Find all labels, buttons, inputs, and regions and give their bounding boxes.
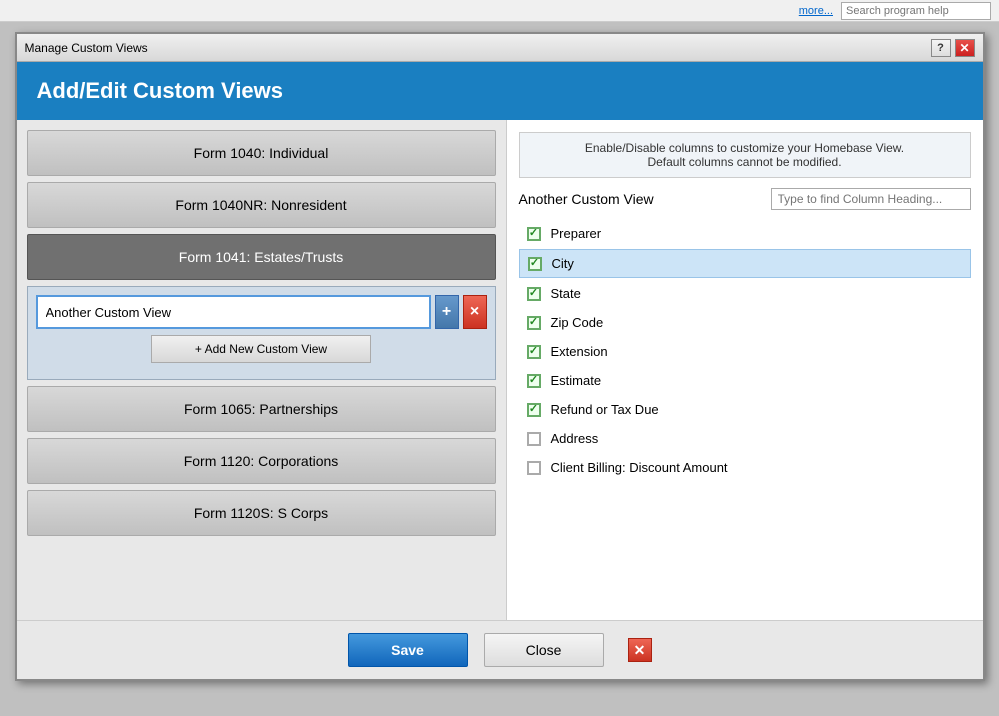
checkbox-city[interactable]: ✓ [528, 257, 542, 271]
add-custom-view-icon-button[interactable]: + [435, 295, 459, 329]
checkbox-preparer[interactable]: ✓ [527, 227, 541, 241]
plus-icon: + [442, 303, 451, 321]
checkmark-icon-extension: ✓ [529, 346, 538, 357]
checkbox-extension[interactable]: ✓ [527, 345, 541, 359]
dialog-header: Add/Edit Custom Views [17, 62, 983, 120]
column-label-clientbilling: Client Billing: Discount Amount [551, 460, 728, 475]
dialog-wrapper: Manage Custom Views ? ✕ Add/Edit Custom … [15, 32, 985, 681]
column-label-preparer: Preparer [551, 226, 602, 241]
checkbox-clientbilling[interactable] [527, 461, 541, 475]
column-label-refund: Refund or Tax Due [551, 402, 659, 417]
column-item-state[interactable]: ✓ State [519, 280, 971, 307]
column-item-zipcode[interactable]: ✓ Zip Code [519, 309, 971, 336]
column-item-preparer[interactable]: ✓ Preparer [519, 220, 971, 247]
columns-list: ✓Preparer✓City✓State✓Zip Code✓Extension✓… [519, 220, 971, 481]
hint-line2: Default columns cannot be modified. [532, 155, 958, 169]
footer-close-button[interactable]: ✕ [628, 638, 652, 662]
custom-view-container: + × + Add New Custom View [27, 286, 496, 380]
dialog-body: Form 1040: Individual Form 1040NR: Nonre… [17, 120, 983, 620]
help-button[interactable]: ? [931, 39, 951, 57]
more-link[interactable]: more... [799, 5, 833, 17]
column-item-estimate[interactable]: ✓ Estimate [519, 367, 971, 394]
form-1040-button[interactable]: Form 1040: Individual [27, 130, 496, 176]
checkbox-zipcode[interactable]: ✓ [527, 316, 541, 330]
dialog-controls: ? ✕ [931, 39, 975, 57]
column-item-clientbilling[interactable]: Client Billing: Discount Amount [519, 454, 971, 481]
dialog-titlebar: Manage Custom Views ? ✕ [17, 34, 983, 62]
close-title-icon: ✕ [959, 41, 969, 55]
column-label-extension: Extension [551, 344, 608, 359]
dialog-title: Manage Custom Views [25, 41, 148, 55]
view-header-row: Another Custom View [519, 188, 971, 210]
checkbox-estimate[interactable]: ✓ [527, 374, 541, 388]
form-1065-button[interactable]: Form 1065: Partnerships [27, 386, 496, 432]
column-label-zipcode: Zip Code [551, 315, 604, 330]
checkmark-icon-state: ✓ [529, 288, 538, 299]
delete-custom-view-icon-button[interactable]: × [463, 295, 487, 329]
column-label-city: City [552, 256, 574, 271]
column-item-refund[interactable]: ✓ Refund or Tax Due [519, 396, 971, 423]
checkmark-icon-estimate: ✓ [529, 375, 538, 386]
hint-box: Enable/Disable columns to customize your… [519, 132, 971, 178]
dialog-footer: Save Close ✕ [17, 620, 983, 679]
column-label-address: Address [551, 431, 599, 446]
add-new-custom-view-button[interactable]: + Add New Custom View [151, 335, 371, 363]
current-view-name: Another Custom View [519, 191, 654, 207]
form-1120s-button[interactable]: Form 1120S: S Corps [27, 490, 496, 536]
footer-close-icon: ✕ [634, 642, 646, 659]
checkmark-icon-zipcode: ✓ [529, 317, 538, 328]
custom-view-name-input[interactable] [36, 295, 431, 329]
top-bar-search-area: more... [799, 2, 991, 20]
checkmark-icon-refund: ✓ [529, 404, 538, 415]
right-panel: Enable/Disable columns to customize your… [507, 120, 983, 620]
form-1041-button[interactable]: Form 1041: Estates/Trusts [27, 234, 496, 280]
hint-line1: Enable/Disable columns to customize your… [532, 141, 958, 155]
form-1120-button[interactable]: Form 1120: Corporations [27, 438, 496, 484]
column-heading-search[interactable] [771, 188, 971, 210]
custom-view-row: + × [36, 295, 487, 329]
checkmark-icon-preparer: ✓ [529, 228, 538, 239]
save-button[interactable]: Save [348, 633, 468, 667]
checkbox-state[interactable]: ✓ [527, 287, 541, 301]
checkmark-icon-city: ✓ [530, 258, 539, 269]
top-bar: more... [0, 0, 999, 22]
help-icon: ? [937, 42, 944, 54]
close-button[interactable]: Close [484, 633, 604, 667]
column-item-address[interactable]: Address [519, 425, 971, 452]
manage-custom-views-dialog: Manage Custom Views ? ✕ Add/Edit Custom … [15, 32, 985, 681]
column-label-estimate: Estimate [551, 373, 602, 388]
checkbox-refund[interactable]: ✓ [527, 403, 541, 417]
close-title-button[interactable]: ✕ [955, 39, 975, 57]
left-panel: Form 1040: Individual Form 1040NR: Nonre… [17, 120, 507, 620]
column-item-extension[interactable]: ✓ Extension [519, 338, 971, 365]
program-help-search[interactable] [841, 2, 991, 20]
column-label-state: State [551, 286, 581, 301]
dialog-header-title: Add/Edit Custom Views [37, 78, 284, 103]
form-1040nr-button[interactable]: Form 1040NR: Nonresident [27, 182, 496, 228]
checkbox-address[interactable] [527, 432, 541, 446]
column-item-city[interactable]: ✓ City [519, 249, 971, 278]
times-icon: × [470, 303, 479, 321]
